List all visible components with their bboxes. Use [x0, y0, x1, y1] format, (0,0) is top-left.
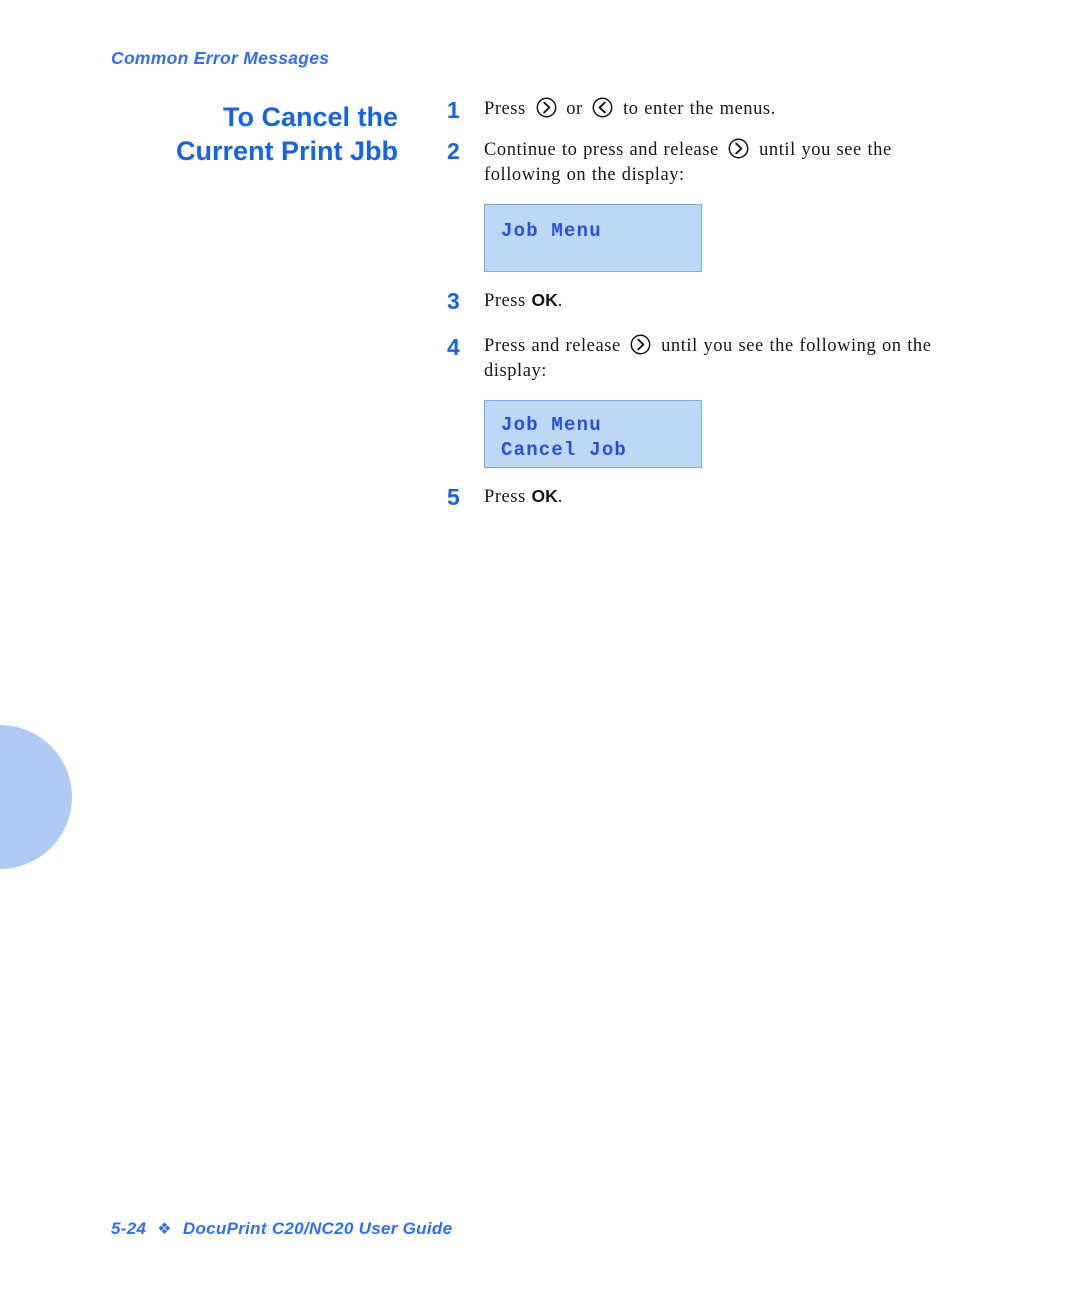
- step-text-before: Press and release: [484, 336, 621, 356]
- step-number: 3: [447, 288, 460, 314]
- step-text: Press OK.: [484, 288, 967, 314]
- display-line-1: Job Menu: [501, 220, 602, 242]
- step-item: 3 Press OK.: [447, 288, 967, 314]
- arrow-right-button-icon: [728, 138, 749, 159]
- step-text-before: Press: [484, 99, 526, 119]
- step-item: 1 Press or to enter the menus.: [447, 97, 967, 123]
- arrow-left-button-icon: [592, 97, 613, 118]
- step-text-before: Continue to press and release: [484, 140, 719, 160]
- step-text-before: Press: [484, 291, 526, 311]
- step-item: 4 Press and release until you see the fo…: [447, 334, 967, 384]
- page-title-line-1: To Cancel the: [222, 102, 398, 132]
- step-number: 5: [447, 484, 460, 510]
- page-title-line-2: Current Print Jbb: [175, 136, 398, 166]
- cancel-job-display: Job Menu Cancel Job: [484, 400, 702, 468]
- step-text: Press or to enter the menus.: [484, 97, 967, 122]
- step-text-after: to enter the menus.: [623, 99, 776, 119]
- step-emphasis-ok: OK: [531, 486, 558, 506]
- display-line-2: Cancel Job: [501, 439, 628, 461]
- document-page: Common Error Messages To Cancel the Curr…: [0, 0, 1080, 1296]
- arrow-right-button-icon: [536, 97, 557, 118]
- arrow-right-button-icon: [630, 334, 651, 355]
- step-text: Press OK.: [484, 484, 967, 510]
- step-text-before: Press: [484, 487, 526, 507]
- job-menu-display: Job Menu: [484, 204, 702, 272]
- footer-page-number: 5-24: [111, 1219, 147, 1238]
- step-item: 2 Continue to press and release until yo…: [447, 138, 967, 188]
- procedure-steps: 1 Press or to enter the menus. 2 Continu…: [447, 97, 967, 521]
- running-header: Common Error Messages: [111, 48, 330, 68]
- step-text: Continue to press and release until you …: [484, 138, 967, 188]
- step-text-after: .: [557, 487, 563, 507]
- diamond-icon: ❖: [157, 1221, 172, 1238]
- footer-guide-title: DocuPrint C20/NC20 User Guide: [182, 1219, 453, 1238]
- page-title: To Cancel the Current Print Jbb: [120, 100, 398, 168]
- step-number: 2: [447, 138, 460, 164]
- step-text-middle: or: [566, 99, 583, 119]
- step-number: 4: [447, 334, 460, 360]
- step-text-after: .: [557, 291, 563, 311]
- step-number: 1: [447, 97, 460, 123]
- step-text: Press and release until you see the foll…: [484, 334, 967, 384]
- step-emphasis-ok: OK: [531, 290, 558, 310]
- chapter-tab-marker: [0, 725, 72, 869]
- step-item: 5 Press OK.: [447, 484, 967, 510]
- page-footer: 5-24 ❖ DocuPrint C20/NC20 User Guide: [111, 1219, 452, 1239]
- display-line-1: Job Menu: [501, 414, 602, 436]
